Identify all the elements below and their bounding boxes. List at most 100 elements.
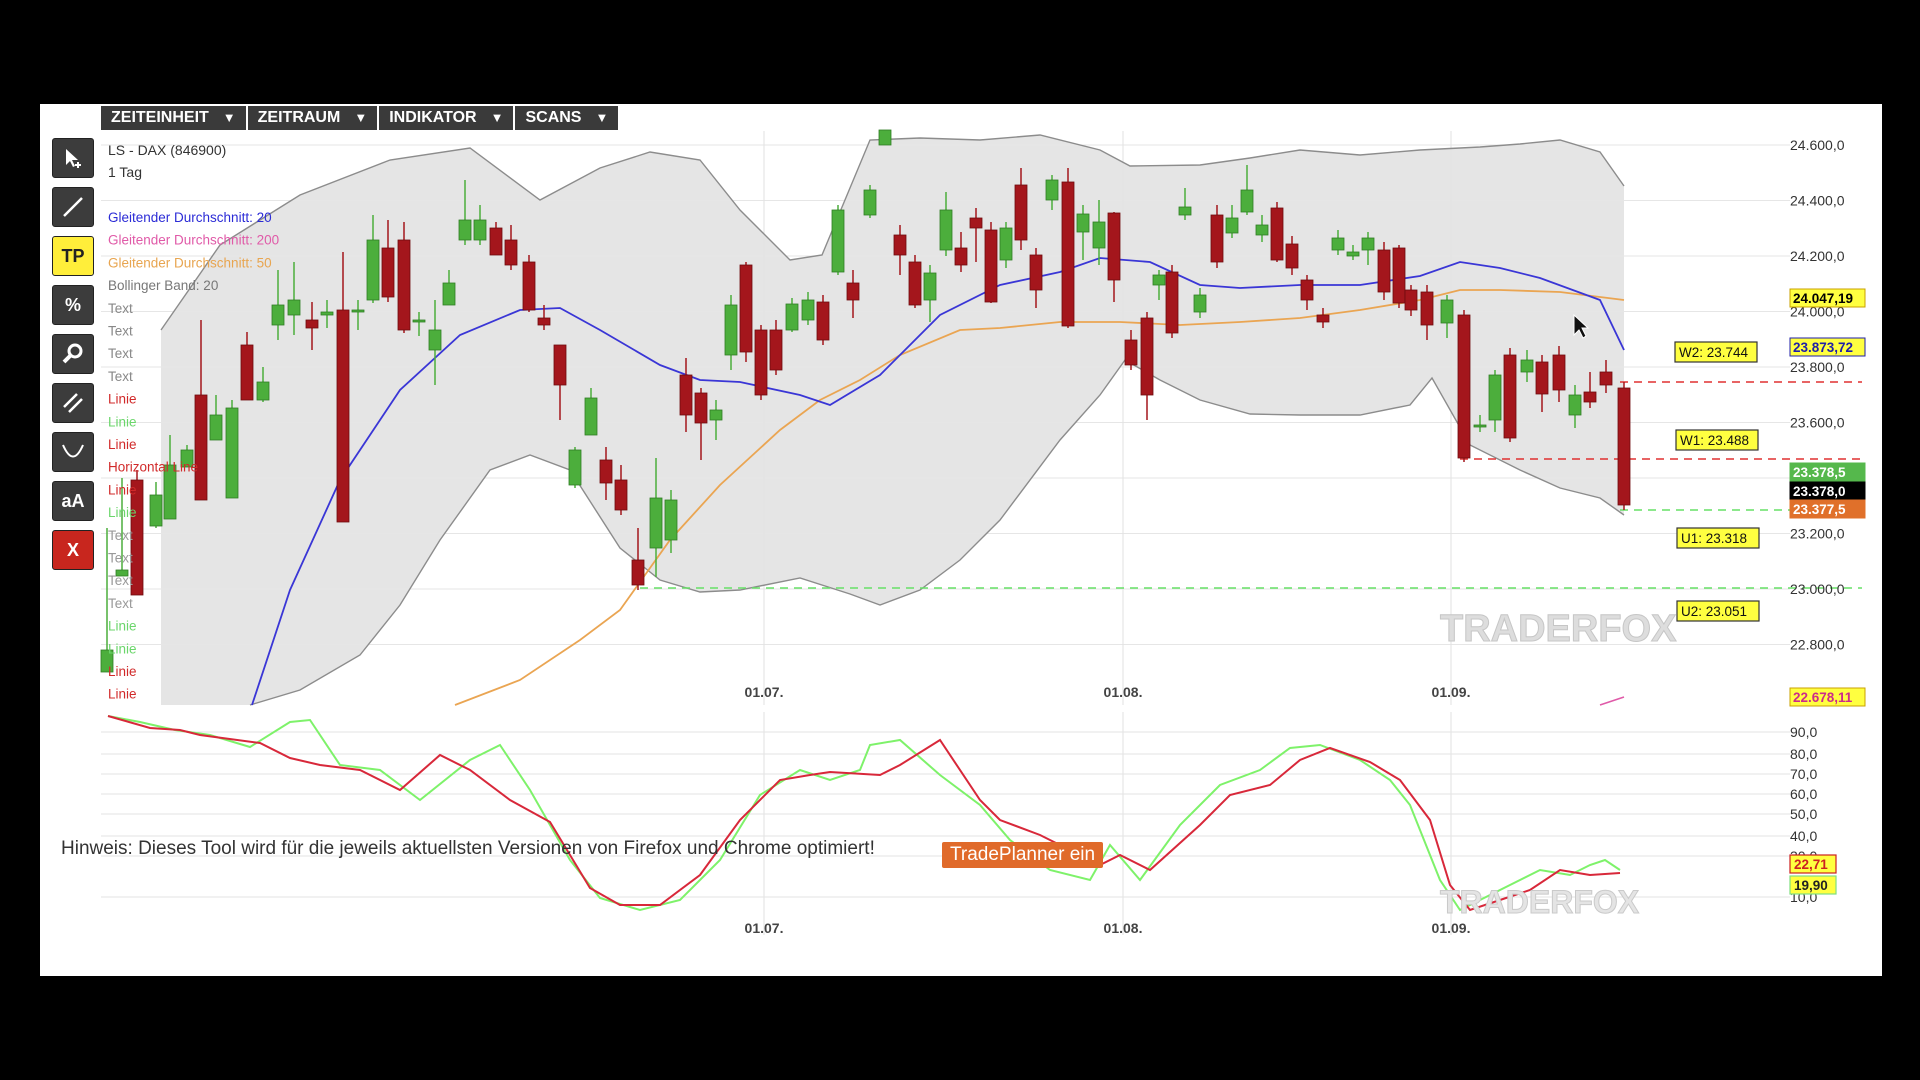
candle-body [442,282,456,306]
candle-body [1457,314,1471,459]
candle-body [412,319,426,323]
date-tick-label: 01.07. [745,684,784,700]
legend-entry[interactable]: Text [108,301,133,316]
price-tag-label: 22.678,11 [1793,690,1853,705]
candle-body [428,329,442,351]
price-tag-label: 23.377,5 [1793,502,1846,517]
osc-date-label: 01.08. [1104,920,1143,936]
candle-body [754,329,768,396]
legend-entry[interactable]: Linie [108,687,137,702]
price-tick-label: 23.600,0 [1790,415,1845,431]
candle-body [381,247,395,298]
legend-entry[interactable]: Gleitender Durchschnitt: 50 [108,255,272,270]
candle-body [694,392,708,424]
osc-tick-label: 40,0 [1790,828,1817,844]
candle-body [1178,206,1192,216]
price-tag-label: 23.873,72 [1793,340,1853,355]
legend-entry[interactable]: Text [108,573,133,588]
candle-body [785,303,799,331]
candle-body [458,219,472,241]
candle-body [397,239,411,331]
candle-body [664,499,678,541]
candle-body [831,209,845,273]
candle-body [1420,291,1434,326]
legend-entry[interactable]: Linie [108,437,137,452]
candle-body [1225,217,1239,234]
candle-body [1520,359,1534,373]
legend-entry[interactable]: Text [108,324,133,339]
price-tick-label: 22.800,0 [1790,637,1845,653]
charts-canvas: Gleitender Durchschnitt: 20 Gleitender Du… [100,129,1867,940]
legend-entry[interactable]: Text [108,369,133,384]
legend-entry[interactable]: Text [108,346,133,361]
traderfox-watermark: TRADERFOX [1440,608,1677,650]
candle-body [1092,221,1106,249]
candle-body [1107,212,1121,281]
price-tag-label: 23.378,0 [1793,484,1846,499]
osc-tick-label: 60,0 [1790,786,1817,802]
candle-body [801,299,815,321]
osc-value-label: 22,71 [1794,857,1828,872]
osc-date-label: 01.07. [745,920,784,936]
browser-hint-note: Hinweis: Dieses Tool wird für die jeweil… [61,838,875,859]
legend-entry[interactable]: Linie [108,414,137,429]
candle-body [336,309,350,523]
date-tick-label: 01.08. [1104,684,1143,700]
candle-body [1331,237,1345,251]
legend-entry[interactable]: Gleitender Durchschnitt: 20 [108,210,272,225]
candle-body [679,374,693,416]
level-tag-label: U2: 23.051 [1681,604,1747,619]
candle-body [1377,249,1391,293]
legend-entry[interactable]: Text [108,596,133,611]
legend-entry[interactable]: Linie [108,482,137,497]
candle-body [614,479,628,511]
legend-entry[interactable]: Text [108,551,133,566]
candle-body [1503,354,1517,439]
candle-body [1193,294,1207,313]
candle-body [1300,279,1314,301]
osc-tick-label: 80,0 [1790,746,1817,762]
legend-entry[interactable]: Text [108,528,133,543]
candle-body [584,397,598,436]
price-tick-label: 24.400,0 [1790,193,1845,209]
candle-body [271,304,285,326]
candle-body [553,344,567,386]
candle-body [846,282,860,301]
candle-body [1583,391,1597,403]
legend-entry[interactable]: Linie [108,505,137,520]
instrument-label: LS - DAX (846900) [108,142,226,158]
tradeplanner-button[interactable]: TradePlanner ein [942,842,1104,868]
legend-entry[interactable]: Horizontal Line [108,460,198,475]
candle-body [923,272,937,301]
price-tick-label: 24.600,0 [1790,137,1845,153]
oscillator-chart[interactable]: 90,080,070,060,050,040,030,010,0 01.07.0… [101,712,1867,940]
price-tick-label: 23.000,0 [1790,581,1845,597]
candle-body [194,394,208,501]
candle-body [320,311,334,316]
legend-entry[interactable]: Linie [108,392,137,407]
legend-entry[interactable]: Linie [108,641,137,656]
candle-body [816,301,830,341]
candle-body [473,219,487,241]
legend-entry[interactable]: Bollinger Band: 20 [108,278,218,293]
candle-body [209,414,223,441]
legend-entry[interactable]: Linie [108,619,137,634]
candle-body [1270,207,1284,261]
date-tick-label: 01.09. [1432,684,1471,700]
candle-body [649,497,663,549]
candle-body [1152,274,1166,286]
legend-entry[interactable]: Gleitender Durchschnitt: 200 [108,233,279,248]
candle-body [1255,224,1269,236]
price-tick-label: 23.800,0 [1790,359,1845,375]
candle-body [537,317,551,326]
candle-body [1210,214,1224,263]
candle-body [305,319,319,329]
legend-entry[interactable]: Linie [108,664,137,679]
price-chart[interactable]: Gleitender Durchschnitt: 20 Gleitender Du… [100,129,1867,707]
osc-date-label: 01.09. [1432,920,1471,936]
candle-body [999,227,1013,261]
candle-body [1285,243,1299,269]
candle-body [256,381,270,401]
price-tag-label: 23.378,5 [1793,465,1846,480]
candle-body [287,299,301,316]
